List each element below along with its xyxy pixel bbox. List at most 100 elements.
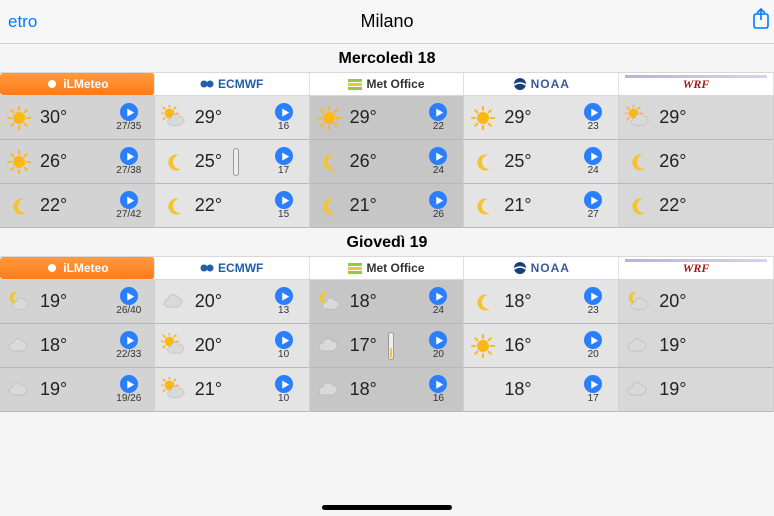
forecast-row[interactable]: 20° bbox=[619, 280, 773, 324]
temperature: 26° bbox=[40, 151, 74, 172]
provider-metoffice[interactable]: Met Office bbox=[310, 257, 465, 279]
wind-box: 19/26 bbox=[110, 375, 148, 404]
forecast-row[interactable]: 29°16 bbox=[155, 96, 309, 140]
wind-direction-icon bbox=[120, 147, 138, 165]
forecast-row[interactable]: 30°27/35 bbox=[0, 96, 154, 140]
wind-box: 23 bbox=[574, 103, 612, 132]
forecast-row[interactable]: 25°24 bbox=[464, 140, 618, 184]
forecast-row[interactable]: 19°26/40 bbox=[0, 280, 154, 324]
weather-icon bbox=[161, 149, 187, 175]
temperature: 26° bbox=[350, 151, 384, 172]
wind-value: 27 bbox=[588, 210, 599, 220]
provider-noaa[interactable]: NOAA bbox=[464, 73, 619, 95]
weather-icon bbox=[316, 193, 342, 219]
forecast-row[interactable]: 19°19/26 bbox=[0, 368, 154, 412]
forecast-row[interactable]: 26° bbox=[619, 140, 773, 184]
wind-box: 20 bbox=[574, 331, 612, 360]
day-block: Giovedì 19iLMeteoECMWFMet OfficeNOAA WRF 1… bbox=[0, 228, 774, 412]
wind-value: 26/40 bbox=[116, 306, 141, 316]
temperature: 18° bbox=[40, 335, 74, 356]
temperature: 20° bbox=[659, 291, 693, 312]
temperature: 26° bbox=[659, 151, 693, 172]
forecast-column: 29°22 26° 24 21° 26 bbox=[310, 96, 465, 228]
forecast-row[interactable]: 18°22/33 bbox=[0, 324, 154, 368]
wind-direction-icon bbox=[275, 191, 293, 209]
provider-ecmwf[interactable]: ECMWF bbox=[155, 257, 310, 279]
wind-value: 16 bbox=[278, 122, 289, 132]
wind-direction-icon bbox=[429, 375, 447, 393]
wind-box: 26 bbox=[419, 191, 457, 220]
forecast-row[interactable]: 22° bbox=[619, 184, 773, 228]
wind-value: 27/38 bbox=[116, 166, 141, 176]
weather-icon bbox=[316, 377, 342, 403]
wind-box: 17 bbox=[574, 375, 612, 404]
day-block: Mercoledì 18 iLMeteo ECMWF Met OfficeNOAAWR… bbox=[0, 44, 774, 228]
wind-value: 23 bbox=[588, 122, 599, 132]
weather-icon bbox=[625, 105, 651, 131]
day-header: Mercoledì 18 bbox=[0, 44, 774, 72]
topbar: etro Milano bbox=[0, 0, 774, 44]
temperature: 20° bbox=[195, 335, 229, 356]
forecast-row[interactable]: 19° bbox=[619, 368, 773, 412]
wind-value: 22 bbox=[433, 122, 444, 132]
forecast-row[interactable]: 20°13 bbox=[155, 280, 309, 324]
wind-box: 27/38 bbox=[110, 147, 148, 176]
provider-metoffice[interactable]: Met Office bbox=[310, 73, 465, 95]
wind-direction-icon bbox=[120, 375, 138, 393]
forecast-row[interactable]: 29° 23 bbox=[464, 96, 618, 140]
forecast-row[interactable]: 22°27/42 bbox=[0, 184, 154, 228]
forecast-row[interactable]: 26° 24 bbox=[310, 140, 464, 184]
forecast-row[interactable]: 26° 27/38 bbox=[0, 140, 154, 184]
wind-direction-icon bbox=[584, 147, 602, 165]
weather-icon bbox=[316, 105, 342, 131]
weather-icon bbox=[470, 333, 496, 359]
forecast-row[interactable]: 29°22 bbox=[310, 96, 464, 140]
forecast-column: 19°26/4018°22/3319°19/26 bbox=[0, 280, 155, 412]
forecast-row[interactable]: 21°10 bbox=[155, 368, 309, 412]
forecast-row[interactable]: 16°20 bbox=[464, 324, 618, 368]
provider-wrf[interactable]: WRF bbox=[619, 73, 774, 95]
provider-label: WRF bbox=[683, 261, 710, 276]
forecast-row[interactable]: 17°20 bbox=[310, 324, 464, 368]
forecast-row[interactable]: 18° 17 bbox=[464, 368, 618, 412]
temperature: 21° bbox=[350, 195, 384, 216]
forecast-row[interactable]: 29° bbox=[619, 96, 773, 140]
forecast-row[interactable]: 19° bbox=[619, 324, 773, 368]
forecast-row[interactable]: 18°23 bbox=[464, 280, 618, 324]
wind-direction-icon bbox=[120, 103, 138, 121]
forecast-row[interactable]: 18°16 bbox=[310, 368, 464, 412]
temperature: 18° bbox=[504, 379, 538, 400]
weather-icon bbox=[470, 289, 496, 315]
forecast-row[interactable]: 20°10 bbox=[155, 324, 309, 368]
provider-label: ECMWF bbox=[218, 77, 263, 91]
wind-box: 17 bbox=[265, 147, 303, 176]
temperature: 22° bbox=[659, 195, 693, 216]
weather-icon bbox=[161, 193, 187, 219]
weather-icon bbox=[6, 193, 32, 219]
wind-box: 27 bbox=[574, 191, 612, 220]
wind-direction-icon bbox=[429, 147, 447, 165]
forecast-column: 29° 23 25°2421°27 bbox=[464, 96, 619, 228]
wind-value: 23 bbox=[588, 306, 599, 316]
forecast-row[interactable]: 25°17 bbox=[155, 140, 309, 184]
temperature: 29° bbox=[504, 107, 538, 128]
provider-row: iLMeteoECMWFMet OfficeNOAA WRF bbox=[0, 256, 774, 280]
provider-wrf[interactable]: WRF bbox=[619, 257, 774, 279]
forecast-row[interactable]: 21° 26 bbox=[310, 184, 464, 228]
forecast-row[interactable]: 22°15 bbox=[155, 184, 309, 228]
provider-ilmeteo[interactable]: iLMeteo bbox=[0, 73, 155, 95]
provider-ilmeteo[interactable]: iLMeteo bbox=[0, 257, 155, 279]
day-header: Giovedì 19 bbox=[0, 228, 774, 256]
share-icon[interactable] bbox=[752, 8, 770, 36]
temperature: 18° bbox=[350, 291, 384, 312]
wind-box: 20 bbox=[419, 331, 457, 360]
forecast-row[interactable]: 21°27 bbox=[464, 184, 618, 228]
wind-box: 24 bbox=[419, 147, 457, 176]
wind-box: 26/40 bbox=[110, 287, 148, 316]
provider-ecmwf[interactable]: ECMWF bbox=[155, 73, 310, 95]
forecast-row[interactable]: 18°24 bbox=[310, 280, 464, 324]
provider-noaa[interactable]: NOAA bbox=[464, 257, 619, 279]
temperature: 25° bbox=[504, 151, 538, 172]
back-button[interactable]: etro bbox=[8, 12, 37, 32]
provider-label: iLMeteo bbox=[63, 77, 108, 91]
